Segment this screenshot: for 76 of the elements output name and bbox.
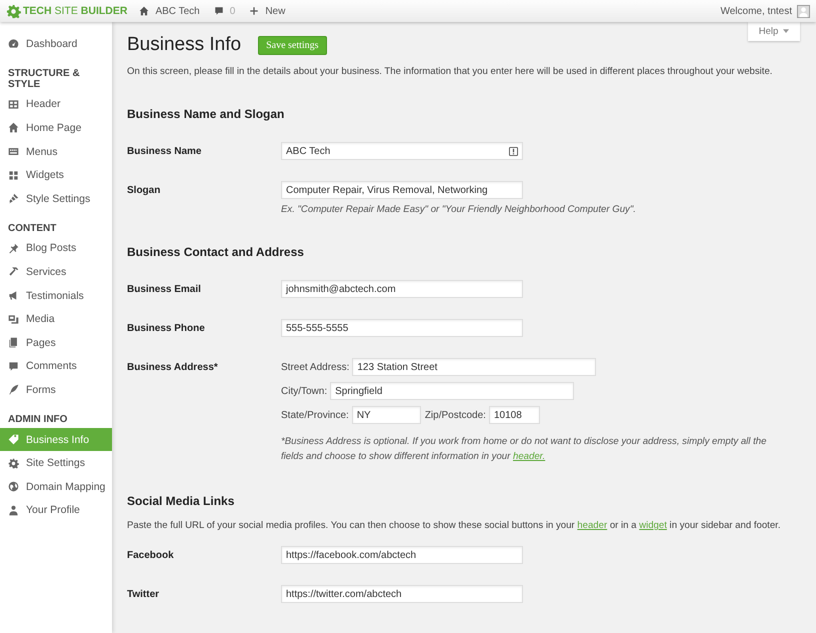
input-field[interactable]: 10108 bbox=[488, 406, 540, 424]
sidebar-heading: STRUCTURE & STYLE bbox=[7, 66, 81, 92]
speech-bubble-icon bbox=[8, 360, 19, 372]
welcome-text[interactable]: Welcome, tntest bbox=[720, 6, 792, 16]
house-icon[interactable] bbox=[139, 6, 150, 16]
new-link[interactable]: New bbox=[265, 6, 286, 16]
field-label: Slogan bbox=[127, 184, 162, 198]
input-field[interactable]: Springfield bbox=[330, 382, 574, 400]
address-note: *Business Address is optional. If you work from home or do not want to disclose your address, simply empty all the fields and choose to show different information in your header. bbox=[281, 435, 768, 464]
gear-icon bbox=[8, 458, 19, 469]
address-label: Zip/Postcode: bbox=[424, 410, 486, 420]
field-label: Business Address* bbox=[127, 361, 219, 375]
address-label: City/Town: bbox=[281, 386, 328, 396]
page-title: Business Info bbox=[127, 34, 242, 56]
intro-text: On this screen, please fill in the details about your business. The information that you enter here will be used in different places throughout your website. bbox=[127, 66, 774, 77]
field-label: Twitter bbox=[127, 588, 160, 602]
sidebar-item[interactable]: Blog Posts bbox=[0, 236, 112, 260]
plus-icon[interactable] bbox=[249, 6, 260, 16]
input-field[interactable]: https://facebook.com/abctech bbox=[281, 546, 523, 564]
megaphone-icon bbox=[8, 290, 19, 302]
site-link[interactable]: ABC Tech bbox=[155, 6, 200, 16]
avatar-icon[interactable] bbox=[797, 4, 810, 18]
pages-icon bbox=[8, 337, 19, 348]
input-field[interactable]: https://twitter.com/abctech bbox=[281, 585, 523, 603]
input-field[interactable]: ABC Tech bbox=[281, 142, 523, 160]
input-field[interactable]: 555-555-5555 bbox=[281, 319, 523, 337]
field-label: Facebook bbox=[127, 549, 175, 563]
sidebar-item[interactable]: Comments bbox=[0, 354, 112, 378]
sidebar-item[interactable]: Media bbox=[0, 307, 112, 331]
sidebar-item[interactable]: Header bbox=[0, 92, 112, 116]
input-field[interactable]: NY bbox=[352, 406, 421, 424]
sidebar-item[interactable]: Services bbox=[0, 260, 112, 284]
field-label: Business Email bbox=[127, 283, 202, 297]
help-button[interactable]: Help bbox=[748, 22, 800, 41]
section-heading: Business Name and Slogan bbox=[127, 107, 286, 121]
gear-icon[interactable] bbox=[6, 4, 21, 18]
autofill-icon[interactable] bbox=[509, 146, 518, 156]
address-label: State/Province: bbox=[281, 410, 349, 420]
hammer-icon bbox=[8, 266, 19, 278]
input-field[interactable]: Computer Repair, Virus Removal, Networking bbox=[281, 181, 523, 199]
section-heading: Social Media Links bbox=[127, 494, 236, 508]
sidebar-item[interactable]: Menus bbox=[0, 140, 112, 164]
sidebar-item[interactable]: Site Settings bbox=[0, 451, 112, 475]
sidebar-item[interactable]: Domain Mapping bbox=[0, 474, 112, 498]
person-icon bbox=[8, 504, 19, 516]
feather-icon bbox=[8, 384, 19, 396]
house-icon bbox=[8, 122, 19, 134]
photos-icon bbox=[8, 314, 19, 325]
brush-icon bbox=[8, 193, 19, 204]
sidebar-item[interactable]: Dashboard bbox=[0, 32, 112, 56]
keyboard-icon bbox=[8, 146, 19, 158]
squares-icon bbox=[8, 170, 19, 181]
field-label: Business Phone bbox=[127, 322, 206, 336]
sidebar-item[interactable]: Style Settings bbox=[0, 186, 112, 211]
globe-icon bbox=[8, 481, 19, 492]
grid-icon bbox=[8, 98, 19, 110]
caret-icon bbox=[783, 29, 790, 34]
sidebar-heading: CONTENT bbox=[7, 222, 58, 236]
input-field[interactable]: johnsmith@abctech.com bbox=[281, 280, 523, 298]
section-description: Paste the full URL of your social media profiles. You can then choose to show these social buttons in your header or in a widget in your sidebar and footer. bbox=[127, 520, 782, 531]
pin-icon bbox=[8, 242, 19, 254]
sidebar-item[interactable]: Testimonials bbox=[0, 284, 112, 308]
gauge-icon bbox=[8, 38, 19, 50]
speech-bubble-icon[interactable] bbox=[214, 6, 224, 16]
input-field[interactable]: 123 Station Street bbox=[352, 358, 596, 376]
tag-icon bbox=[8, 434, 19, 446]
sidebar-item[interactable]: Forms bbox=[0, 378, 112, 402]
sidebar-heading: ADMIN INFO bbox=[7, 412, 68, 427]
sidebar-item[interactable]: Widgets bbox=[0, 163, 112, 187]
sidebar-item[interactable]: Pages bbox=[0, 330, 112, 355]
field-label: Business Name bbox=[127, 145, 202, 159]
sidebar-item[interactable]: Your Profile bbox=[0, 498, 112, 522]
address-label: Street Address: bbox=[281, 362, 350, 372]
section-heading: Business Contact and Address bbox=[127, 245, 305, 259]
field-hint: Ex. "Computer Repair Made Easy" or "Your Friendly Neighborhood Computer Guy". bbox=[281, 204, 637, 215]
sidebar-item[interactable]: Home Page bbox=[0, 116, 112, 140]
